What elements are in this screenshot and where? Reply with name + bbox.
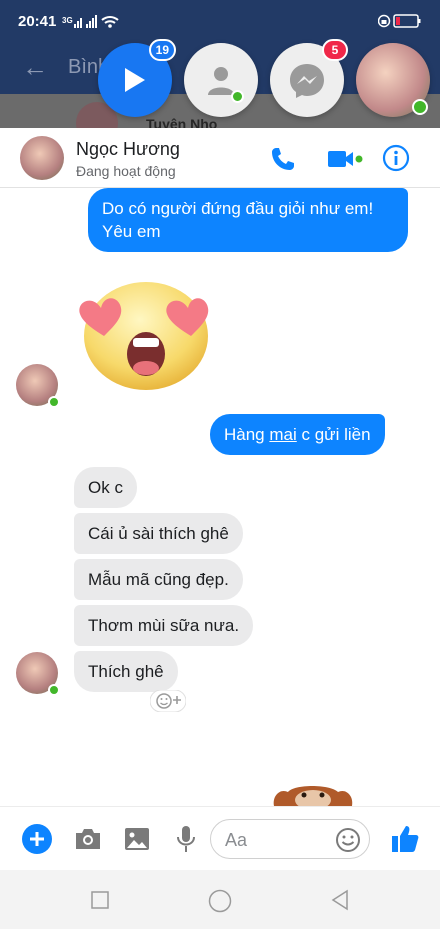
chat-head-photo[interactable] bbox=[356, 43, 430, 117]
message-incoming[interactable]: Mẫu mã cũng đẹp. bbox=[74, 559, 243, 600]
chat-head-play[interactable]: 19 bbox=[98, 39, 176, 117]
video-call-icon[interactable] bbox=[328, 149, 364, 174]
play-icon bbox=[125, 68, 145, 92]
message-incoming[interactable]: Thích ghê bbox=[74, 651, 178, 692]
chat-head-contact[interactable] bbox=[184, 43, 258, 117]
recents-icon[interactable] bbox=[91, 891, 109, 914]
online-dot bbox=[231, 90, 244, 103]
composer-bar: Aa bbox=[0, 806, 440, 870]
phone-icon[interactable] bbox=[270, 146, 296, 177]
message-text: Hàng bbox=[224, 425, 270, 444]
contact-name: Ngọc Hương bbox=[76, 139, 180, 159]
contact-avatar[interactable] bbox=[20, 136, 64, 180]
message-text: c gửi liền bbox=[296, 425, 371, 444]
messenger-icon bbox=[290, 64, 324, 98]
message-incoming[interactable]: Thơm mùi sữa nưa. bbox=[74, 605, 254, 646]
message-input-placeholder: Aa bbox=[225, 830, 248, 850]
sender-avatar[interactable] bbox=[16, 364, 60, 408]
messenger-badge: 5 bbox=[322, 39, 348, 61]
message-incoming[interactable]: Ok c bbox=[74, 467, 137, 508]
sender-avatar[interactable] bbox=[16, 652, 60, 696]
home-icon[interactable] bbox=[208, 889, 232, 918]
gallery-icon[interactable] bbox=[124, 827, 150, 856]
message-link[interactable]: mai bbox=[269, 425, 296, 444]
message-input[interactable]: Aa bbox=[210, 819, 370, 859]
message-outgoing[interactable]: Hàng mai c gửi liền bbox=[210, 414, 385, 455]
plus-icon[interactable] bbox=[22, 824, 52, 859]
heart-eyes-sticker[interactable] bbox=[74, 276, 222, 399]
emoji-icon[interactable] bbox=[335, 827, 361, 858]
chat-head-messenger[interactable]: 5 bbox=[270, 39, 348, 117]
add-reaction-icon[interactable] bbox=[149, 689, 187, 717]
like-icon[interactable] bbox=[390, 824, 420, 859]
svg-text:3G: 3G bbox=[62, 16, 73, 25]
online-dot bbox=[48, 396, 60, 408]
contact-status: Đang hoạt động bbox=[76, 163, 176, 179]
chat-header: Ngọc Hương Đang hoạt động bbox=[0, 128, 440, 188]
signal-icons: 3G bbox=[62, 14, 122, 35]
status-bar: 20:41 3G bbox=[0, 0, 440, 44]
play-badge: 19 bbox=[148, 39, 176, 61]
back-icon[interactable] bbox=[330, 889, 350, 916]
status-time: 20:41 bbox=[18, 13, 57, 30]
microphone-icon[interactable] bbox=[176, 825, 196, 858]
message-outgoing[interactable]: Do có người đứng đầu giỏi như em! Yêu em bbox=[88, 188, 408, 252]
online-dot bbox=[412, 99, 428, 115]
info-icon[interactable] bbox=[382, 144, 410, 177]
online-dot bbox=[48, 684, 60, 696]
back-arrow-icon[interactable]: ← bbox=[22, 52, 48, 83]
system-nav-bar bbox=[0, 870, 440, 929]
camera-icon[interactable] bbox=[74, 827, 102, 856]
message-incoming[interactable]: Cái ủ sài thích ghê bbox=[74, 513, 243, 554]
battery-icon bbox=[377, 12, 422, 35]
message-list[interactable]: Do có người đứng đầu giỏi như em! Yêu em… bbox=[0, 188, 440, 810]
